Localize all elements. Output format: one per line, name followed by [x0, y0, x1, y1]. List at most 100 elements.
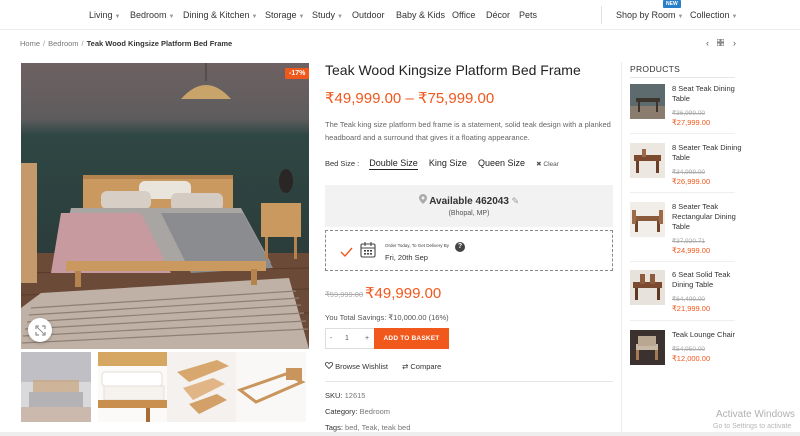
nav-item-pets[interactable]: Pets [519, 10, 537, 20]
product-thumbnail[interactable] [630, 270, 665, 305]
sidebar-product-old-price: ₹37,920.71 [672, 238, 706, 245]
sidebar-product-price: ₹21,999.00 [672, 304, 711, 313]
chevron-down-icon: ▼ [168, 14, 175, 20]
edit-pencil-icon[interactable]: ✎ [512, 196, 520, 206]
sku-label: SKU: [325, 391, 343, 400]
calendar-icon [360, 241, 376, 263]
sidebar-product-name[interactable]: 8 Seat Teak Dining Table [672, 84, 742, 104]
sidebar-product-name[interactable]: 6 Seat Solid Teak Dining Table [672, 270, 742, 290]
horizontal-scrollbar[interactable] [0, 432, 800, 436]
old-price: ₹59,999.00 [325, 290, 364, 299]
sidebar-separator [630, 192, 735, 193]
nav-divider [601, 6, 602, 24]
sidebar-separator [630, 320, 735, 321]
nav-label: Study [312, 10, 336, 20]
tags-label: Tags: [325, 423, 343, 432]
nav-item-living[interactable]: Living ▼ [89, 10, 120, 20]
nav-label: Storage [265, 10, 297, 20]
heart-icon [324, 361, 335, 371]
nav-label: Office [452, 10, 476, 20]
nav-label: Baby & Kids [396, 10, 446, 20]
nav-item-dining-kitchen[interactable]: Dining & Kitchen ▼ [183, 10, 258, 20]
product-thumbnail[interactable] [630, 143, 665, 178]
help-icon[interactable]: ? [455, 242, 465, 252]
location-text: (Bhopal, MP) [448, 210, 490, 217]
nav-label: Shop by Room [616, 10, 676, 20]
nav-label: Bedroom [130, 10, 167, 20]
checkmark-icon [340, 244, 353, 262]
top-navigation: Living ▼ Bedroom ▼ Dining & Kitchen ▼ Stora… [0, 0, 800, 30]
sidebar-border [621, 62, 622, 436]
add-to-basket-button[interactable]: ADD TO BASKET [374, 328, 449, 349]
chevron-down-icon: ▼ [114, 14, 121, 20]
delivery-date: Fri, 20th Sep [385, 253, 428, 262]
clear-label: Clear [543, 161, 559, 168]
availability-box: Available 462043 ✎ (Bhopal, MP) [325, 185, 613, 227]
activate-windows-watermark: Activate Windows [716, 409, 795, 420]
sidebar-product-name[interactable]: 8 Seater Teak Rectangular Dining Table [672, 202, 742, 232]
nav-item-decor[interactable]: Décor [486, 10, 510, 20]
product-thumbnail[interactable] [630, 202, 665, 237]
sidebar-product-name[interactable]: 8 Seater Teak Dining Table [672, 143, 742, 163]
chevron-down-icon: ▼ [337, 14, 343, 20]
availability-text: Available 462043 [429, 196, 509, 207]
size-option-king[interactable]: King Size [429, 158, 467, 169]
clear-button[interactable]: ✖ Clear [536, 161, 559, 168]
nav-item-study[interactable]: Study ▼ [312, 10, 343, 20]
tags-links[interactable]: bed, Teak, teak bed [345, 423, 410, 432]
grid-icon[interactable] [717, 38, 727, 48]
next-product-icon[interactable]: › [733, 38, 736, 48]
thumbnail[interactable] [236, 352, 306, 422]
savings-text: You Total Savings: ₹10,000.00 (16%) [325, 313, 449, 322]
breadcrumb-home[interactable]: Home [20, 39, 40, 48]
wishlist-label: Browse Wishlist [335, 362, 389, 371]
new-badge: NEW [663, 0, 681, 8]
thumbnail[interactable] [98, 352, 168, 422]
nav-item-outdoor[interactable]: Outdoor [352, 10, 385, 20]
sku-value: 12615 [344, 391, 366, 400]
nav-item-office[interactable]: Office [452, 10, 475, 20]
bed-size-selector: Bed Size : Double Size King Size Queen S… [325, 158, 559, 170]
prev-product-icon[interactable]: ‹ [706, 38, 709, 48]
sidebar-product-old-price: ₹54,950.00 [672, 346, 706, 353]
qty-decrease-button[interactable]: - [330, 335, 332, 342]
qty-input[interactable]: 1 [345, 335, 349, 342]
browse-wishlist-link[interactable]: Browse Wishlist [324, 361, 389, 371]
nav-item-shop-by-room[interactable]: Shop by Room ▼ [616, 10, 684, 20]
sidebar-separator [630, 133, 735, 134]
product-main-image[interactable] [21, 63, 309, 349]
sku-row: SKU: 12615 [325, 391, 365, 400]
nav-label: Collection [690, 10, 730, 20]
breadcrumb-separator: / [43, 39, 46, 48]
compare-label: Compare [410, 362, 442, 371]
product-thumbnail[interactable] [630, 330, 665, 365]
compare-arrows-icon: ⇄ [402, 362, 409, 371]
zoom-icon[interactable] [28, 318, 52, 342]
chevron-down-icon: ▼ [677, 14, 684, 20]
nav-item-bedroom[interactable]: Bedroom ▼ [130, 10, 174, 20]
nav-label: Dining & Kitchen [183, 10, 250, 20]
qty-increase-button[interactable]: + [365, 335, 369, 342]
sidebar-separator [630, 261, 735, 262]
breadcrumb-category[interactable]: Bedroom [48, 39, 78, 48]
nav-item-baby-kids[interactable]: Baby & Kids [396, 10, 445, 20]
size-option-double[interactable]: Double Size [369, 158, 418, 170]
price-range: ₹49,999.00 – ₹75,999.00 [325, 90, 495, 107]
breadcrumb-separator: / [81, 39, 84, 48]
category-link[interactable]: Bedroom [360, 407, 390, 416]
thumbnail[interactable] [167, 352, 237, 422]
sidebar-product-price: ₹27,999.00 [672, 118, 711, 127]
thumbnail[interactable] [21, 352, 91, 422]
nav-item-collection[interactable]: Collection ▼ [690, 10, 737, 20]
chevron-down-icon: ▼ [251, 14, 258, 20]
nav-item-storage[interactable]: Storage ▼ [265, 10, 304, 20]
size-option-queen[interactable]: Queen Size [478, 158, 525, 169]
product-thumbnail[interactable] [630, 84, 665, 119]
product-description: The Teak king size platform bed frame is… [325, 120, 611, 142]
delivery-estimate-box: Order Today, To Get Delivery By ? Fri, 2… [325, 230, 613, 271]
product-navigation: ‹ › [700, 38, 736, 48]
sidebar-product-name[interactable]: Teak Lounge Chair [672, 330, 742, 340]
sidebar-product-old-price: ₹36,999.00 [672, 110, 706, 117]
chevron-down-icon: ▼ [298, 14, 305, 20]
compare-link[interactable]: ⇄ Compare [402, 362, 441, 371]
